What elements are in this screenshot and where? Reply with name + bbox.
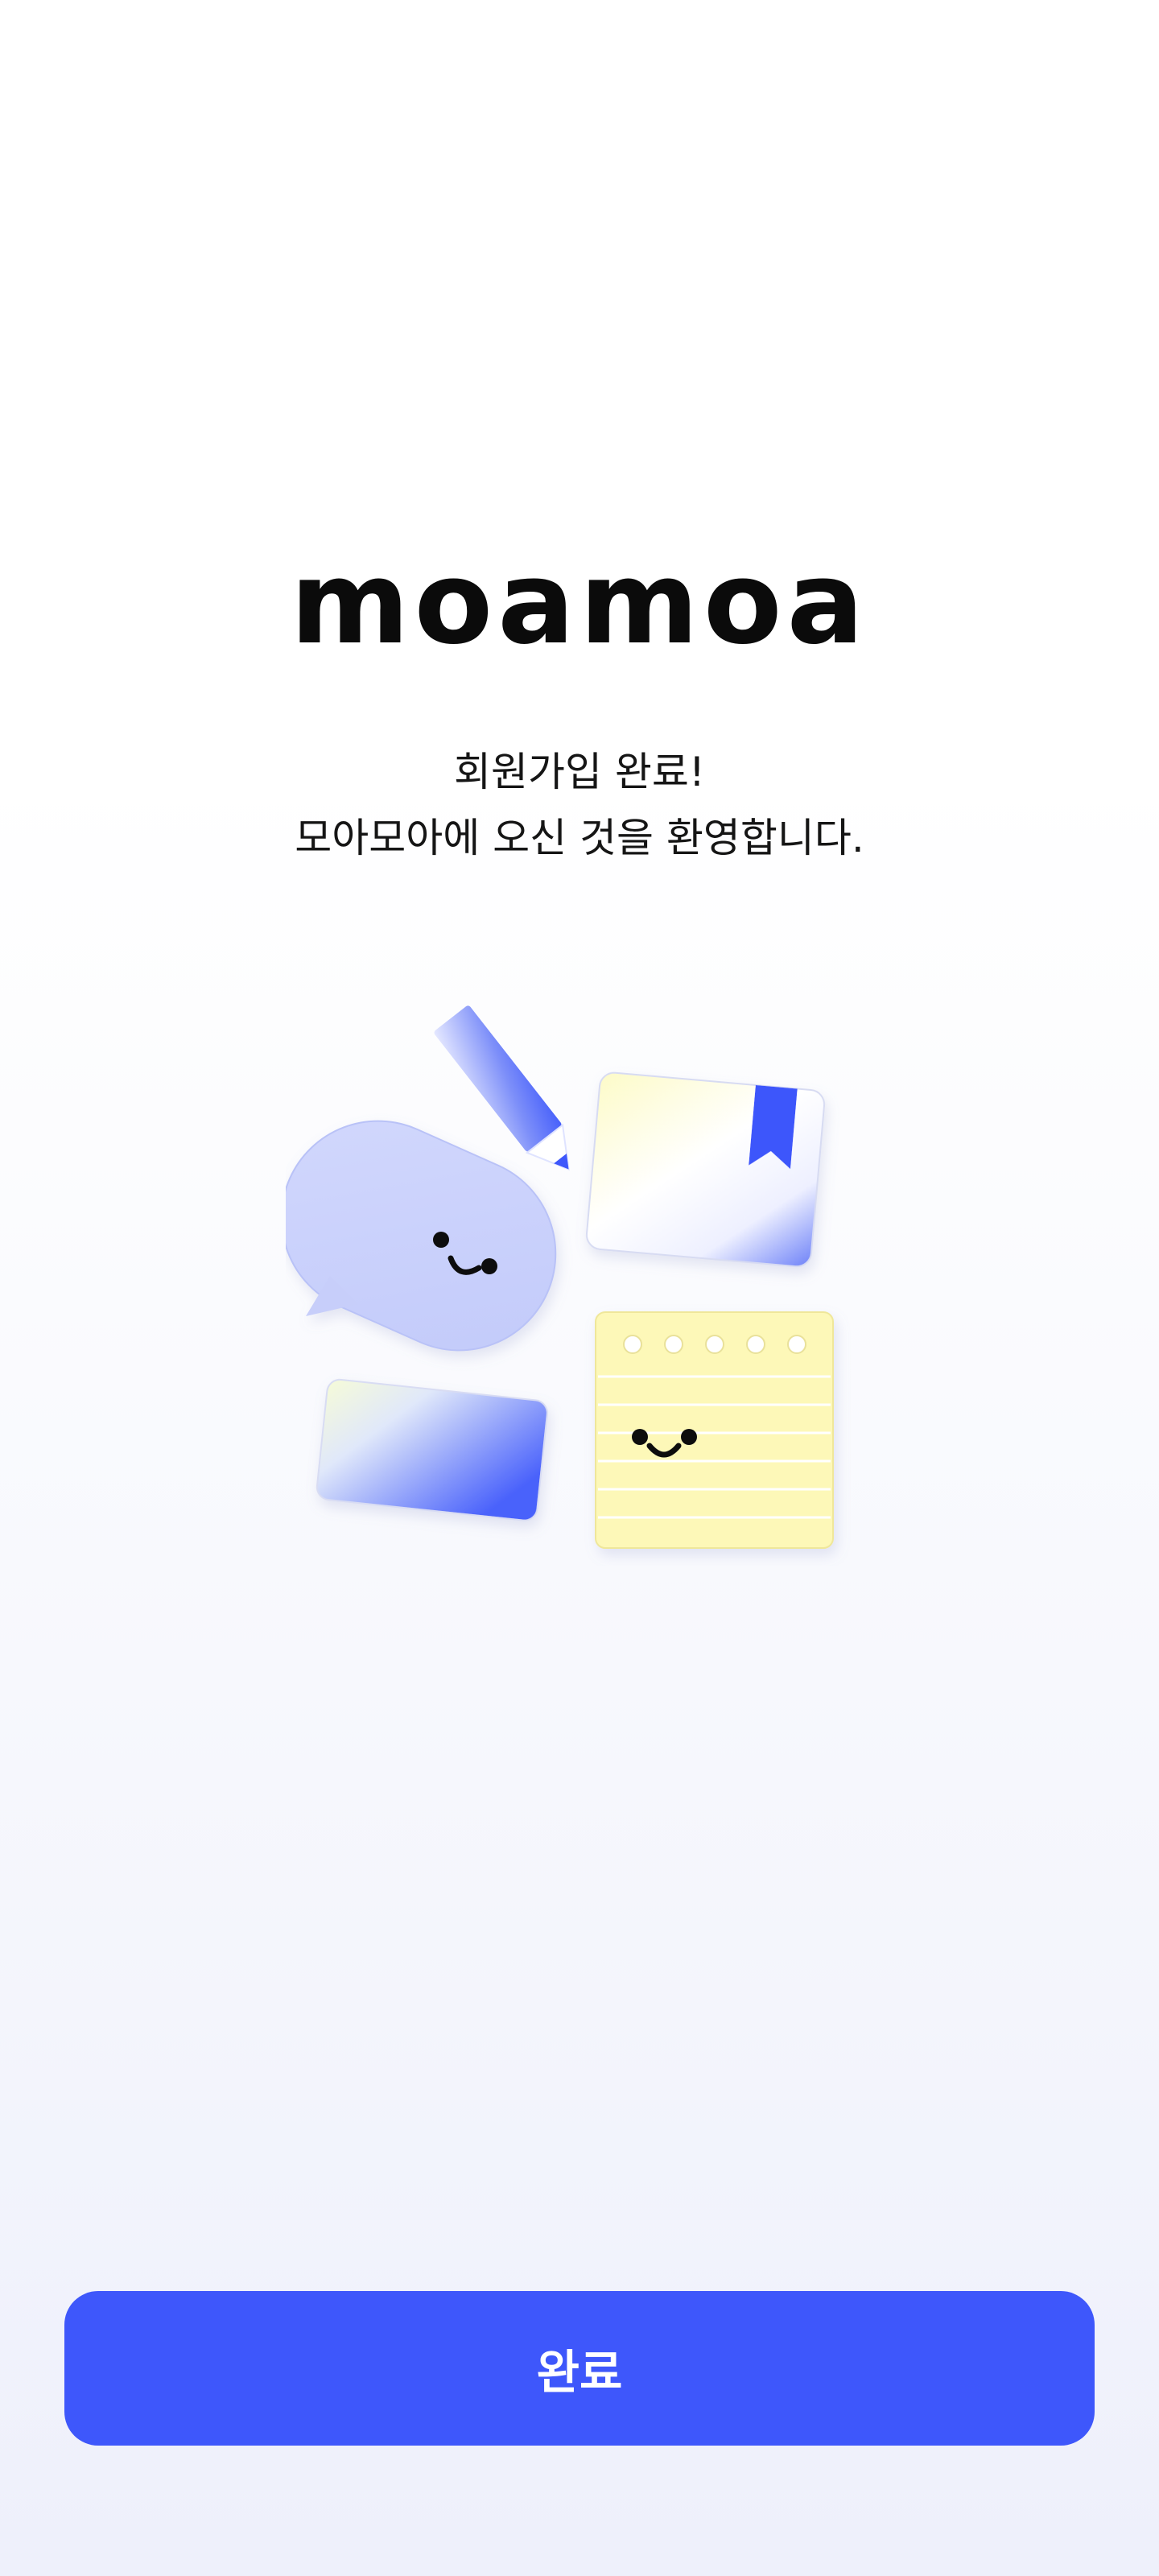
- logo-text: moamoa: [290, 537, 869, 670]
- welcome-message: 회원가입 완료! 모아모아에 오신 것을 환영합니다.: [0, 739, 1159, 871]
- complete-button[interactable]: 완료: [64, 2291, 1095, 2446]
- app-logo: moamoa: [0, 537, 1159, 670]
- notepad-icon: [595, 1311, 834, 1549]
- gradient-card-icon: [316, 1378, 548, 1521]
- bookmarked-card-icon: [585, 1071, 826, 1268]
- welcome-illustration: [286, 1002, 873, 1566]
- welcome-subtitle: 모아모아에 오신 것을 환영합니다.: [295, 815, 864, 861]
- welcome-title: 회원가입 완료!: [454, 749, 705, 795]
